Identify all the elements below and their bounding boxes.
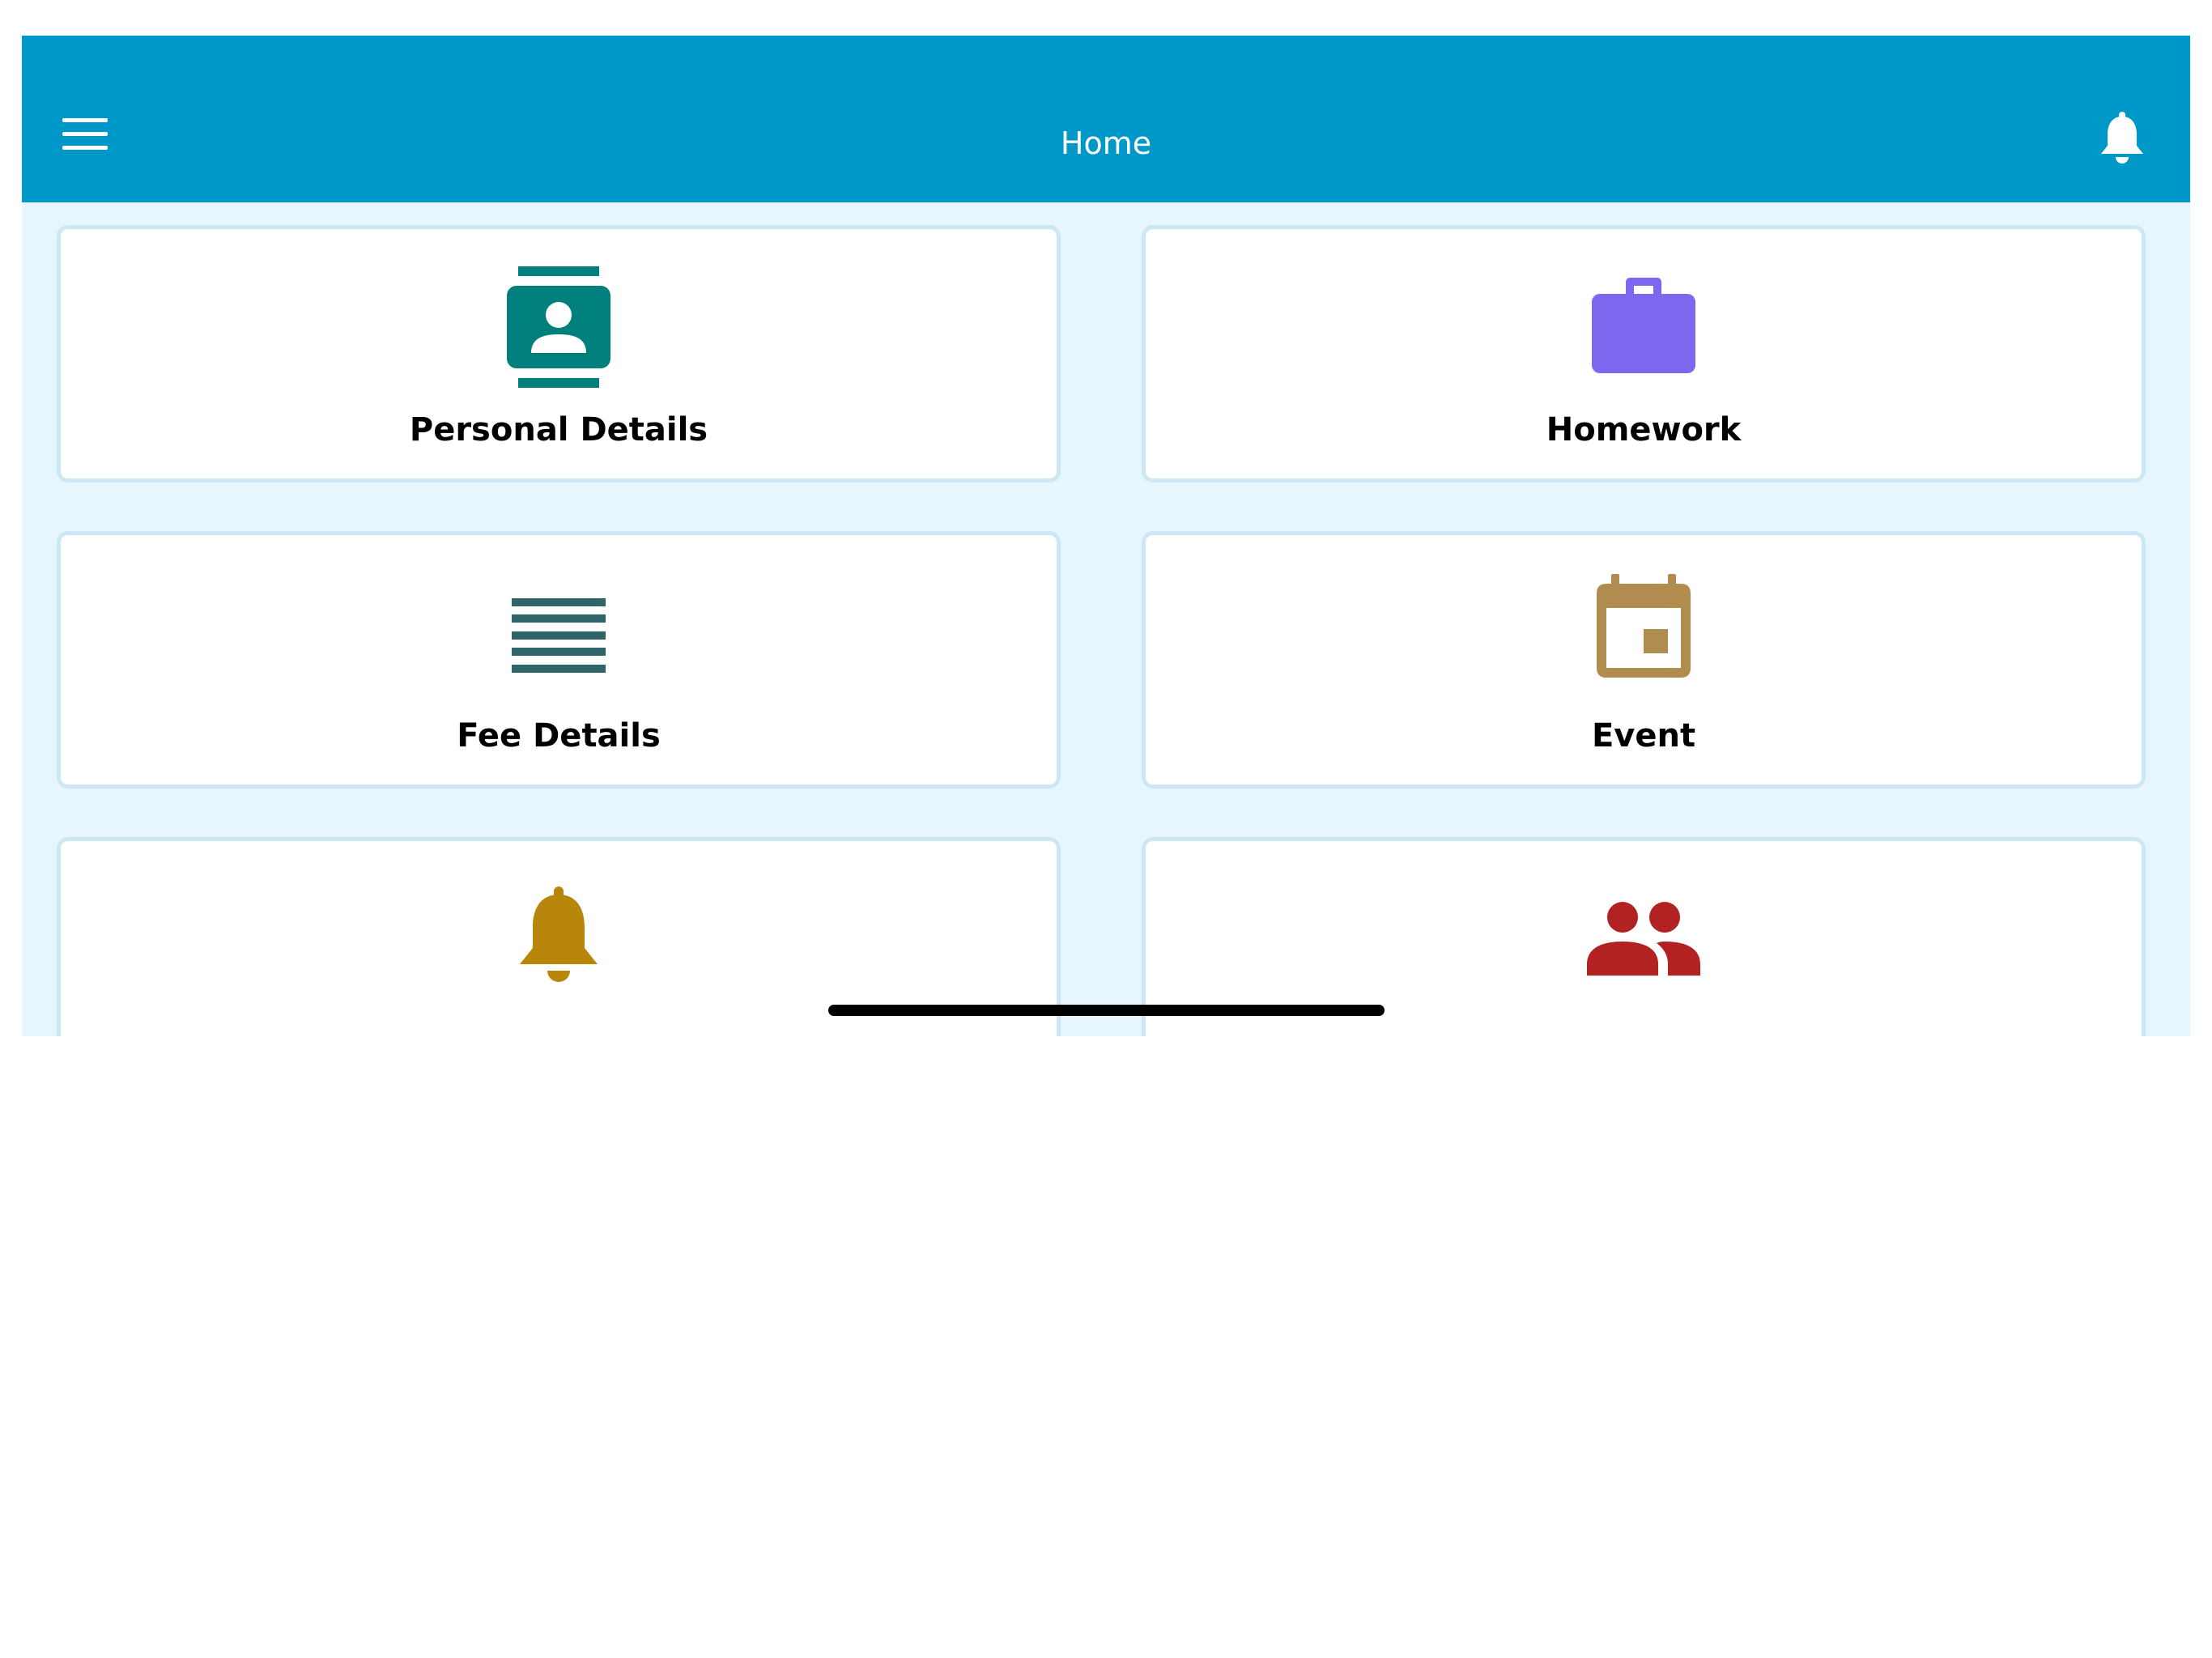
page-title: Home: [1060, 125, 1152, 161]
calendar-icon: [1597, 574, 1691, 678]
briefcase-icon: [1592, 278, 1695, 373]
list-lines-icon: [512, 598, 606, 673]
group-people-icon: [1587, 902, 1700, 976]
bell-icon: [2101, 112, 2143, 164]
homework-card[interactable]: Homework: [1142, 225, 2146, 483]
tile-label: Event: [1591, 717, 1696, 755]
event-card[interactable]: Event: [1142, 531, 2146, 789]
tile-label: Homework: [1546, 411, 1742, 449]
top-navigation-bar: Home: [22, 36, 2190, 202]
bell-icon: [520, 886, 598, 982]
tile-label: Personal Details: [409, 411, 708, 449]
fee-details-card[interactable]: Fee Details: [57, 531, 1061, 789]
tile-label: Fee Details: [457, 717, 661, 755]
menu-icon-line: [62, 118, 108, 122]
contact-book-icon: [507, 266, 610, 388]
app-screen: Home Personal Details Homework Fee Detai…: [22, 36, 2190, 1036]
personal-details-card[interactable]: Personal Details: [57, 225, 1061, 483]
notifications-button[interactable]: [2099, 112, 2145, 165]
home-indicator[interactable]: [828, 1005, 1385, 1016]
